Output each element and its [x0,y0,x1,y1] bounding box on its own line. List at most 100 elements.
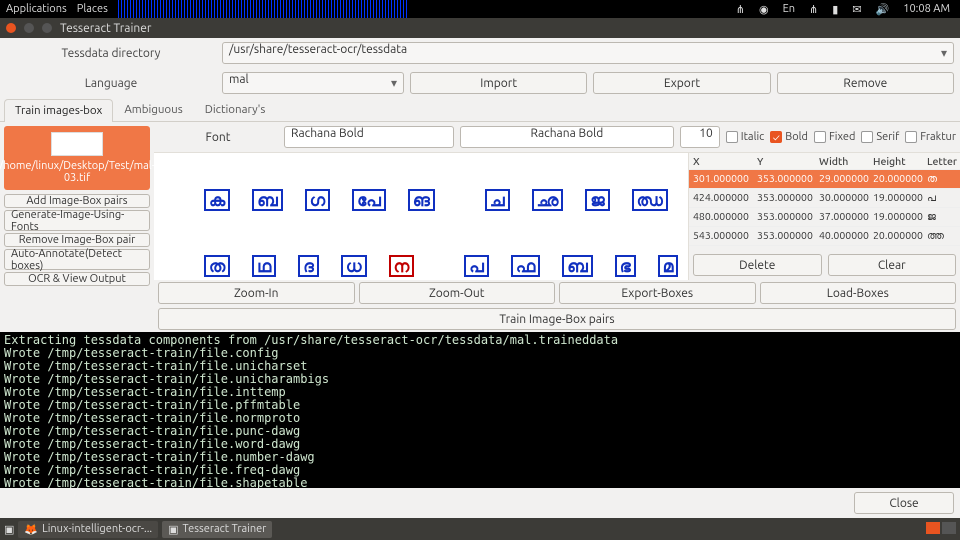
glyph-box[interactable]: ജ [585,189,609,211]
tab-dictionary[interactable]: Dictionary's [194,98,277,121]
workspace-switcher[interactable] [924,522,956,537]
glyph-box[interactable]: ഗ [305,189,330,211]
delete-box-button[interactable]: Delete [693,254,822,276]
glyph-box[interactable]: ഫ [511,255,540,277]
table-cell: 37.000000 [815,208,869,226]
table-row[interactable]: 480.000000353.00000037.00000019.000000ജ [689,208,960,227]
glyph-box[interactable]: ച [485,189,510,211]
glyph-box[interactable]: ഥ [252,255,276,277]
table-cell: 19.000000 [869,208,923,226]
volume-icon[interactable]: 🔊 [876,3,890,16]
table-cell: 19.000000 [869,189,923,207]
window-min-icon[interactable] [24,23,34,33]
glyph-box[interactable]: ഝ [632,189,668,211]
bold-checkbox[interactable]: ✓Bold [770,131,808,143]
glyph-box[interactable]: പ [464,255,489,277]
export-boxes-button[interactable]: Export-Boxes [559,282,756,304]
window-max-icon[interactable] [42,23,52,33]
glyph-box[interactable]: ദ [298,255,319,277]
battery-icon[interactable]: ▮ [832,3,838,16]
firefox-icon: 🦊 [24,523,38,536]
close-button[interactable]: Close [854,492,954,514]
bluetooth2-icon[interactable]: ⋔ [809,3,818,16]
table-cell: 20.000000 [869,227,923,245]
table-row[interactable]: 543.000000353.00000040.00000020.000000ത്… [689,227,960,246]
add-image-box-button[interactable]: Add Image-Box pairs [4,194,150,208]
table-row[interactable]: 301.000000353.00000029.00000020.000000ത [689,170,960,189]
language-value: mal [229,73,249,86]
table-cell: ജ [923,208,960,226]
serif-checkbox[interactable]: Serif [861,131,899,143]
remove-button[interactable]: Remove [777,72,954,94]
glyph-box[interactable]: ങ [408,189,435,211]
show-desktop-icon[interactable]: ▣ [4,523,14,536]
table-cell: 20.000000 [869,170,923,188]
table-cell: 480.000000 [689,208,753,226]
tessdata-dir-value: /usr/share/tesseract-ocr/tessdata [229,43,407,56]
language-select[interactable]: mal [222,72,404,94]
output-terminal[interactable]: Extracting tessdata components from /usr… [0,332,960,488]
italic-checkbox[interactable]: Italic [726,131,764,143]
import-button[interactable]: Import [410,72,587,94]
glyph-box[interactable]: ക [204,189,230,211]
table-cell: 40.000000 [815,227,869,245]
tab-train-images-box[interactable]: Train images-box [4,99,113,122]
table-cell: 30.000000 [815,189,869,207]
table-cell: 353.000000 [753,170,815,188]
glyph-box[interactable]: ധ [341,255,367,277]
glyph-box[interactable]: മ [658,255,679,277]
app-icon: ▣ [168,523,178,536]
clear-boxes-button[interactable]: Clear [828,254,957,276]
window-close-icon[interactable] [6,23,16,33]
table-row[interactable]: 424.000000353.00000030.00000019.000000പ [689,189,960,208]
image-thumbnail[interactable]: /home/linux/Desktop/Test/mal-03.tif [4,126,150,190]
glyph-box[interactable]: ത [204,255,230,277]
glyph-box[interactable]: പേ [352,189,386,211]
font-preview: Rachana Bold [460,126,674,148]
fraktur-checkbox[interactable]: Fraktur [905,131,956,143]
generate-image-fonts-button[interactable]: Generate-Image-Using-Fonts [4,210,150,231]
taskbar-item-label: Tesseract Trainer [183,523,267,535]
glyph-box[interactable]: ബ [252,189,282,211]
taskbar-item-label: Linux-intelligent-ocr-... [42,523,152,535]
font-family-input[interactable]: Rachana Bold [284,126,454,148]
clock[interactable]: 10:08 AM [903,3,950,15]
taskbar-item[interactable]: 🦊 Linux-intelligent-ocr-... [18,521,158,538]
train-pairs-button[interactable]: Train Image-Box pairs [158,308,956,330]
glyph-box-selected[interactable]: ന [389,255,415,277]
window-title: Tesseract Trainer [60,22,151,35]
tab-ambiguous[interactable]: Ambiguous [113,98,193,121]
training-canvas[interactable]: ക ബ ഗ പേ ങ ച ഛ ജ ഝ ഞ ത ഥ ദ [154,153,688,280]
auto-annotate-button[interactable]: Auto-Annotate(Detect boxes) [4,249,150,270]
activities-places[interactable]: Places [77,3,108,15]
font-size-input[interactable]: 10 [680,126,720,148]
tessdata-dir-select[interactable]: /usr/share/tesseract-ocr/tessdata [222,42,954,64]
table-cell: 543.000000 [689,227,753,245]
table-cell: ത [923,170,960,188]
language-label: Language [6,77,216,90]
tessdata-label: Tessdata directory [6,47,216,60]
load-boxes-button[interactable]: Load-Boxes [760,282,957,304]
remove-image-box-button[interactable]: Remove Image-Box pair [4,233,150,247]
mail-icon[interactable]: ✉ [852,3,861,16]
lang-indicator[interactable]: En [783,3,795,15]
zoom-out-button[interactable]: Zoom-Out [359,282,556,304]
thumbnail-preview [51,132,103,156]
activities-applications[interactable]: Applications [6,3,67,15]
table-cell: 424.000000 [689,189,753,207]
glyph-box[interactable]: ഭ [615,255,636,277]
fixed-checkbox[interactable]: Fixed [814,131,855,143]
table-cell: 353.000000 [753,208,815,226]
boxes-table[interactable]: X Y Width Height Letter 301.000000353.00… [689,153,960,250]
taskbar-item[interactable]: ▣ Tesseract Trainer [162,521,272,538]
glyph-box[interactable]: ഛ [532,189,564,211]
bluetooth-icon[interactable]: ⋔ [736,3,745,16]
zoom-in-button[interactable]: Zoom-In [158,282,355,304]
table-cell: ത്ത [923,227,960,245]
table-cell: പ [923,189,960,207]
font-label: Font [158,131,278,144]
glyph-box[interactable]: ബ [562,255,592,277]
wifi-icon[interactable]: ◉ [759,3,769,16]
export-button[interactable]: Export [593,72,770,94]
table-cell: 353.000000 [753,227,815,245]
